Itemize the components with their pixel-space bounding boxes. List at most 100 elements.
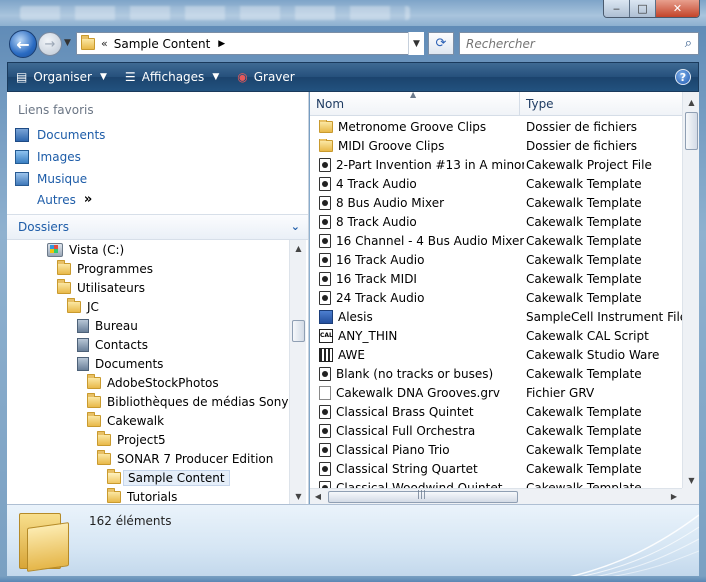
scrollbar-corner	[682, 488, 699, 504]
forward-button[interactable]: →	[38, 32, 62, 56]
samplecell-file-icon	[319, 309, 333, 324]
scroll-up-icon[interactable]: ▲	[290, 240, 307, 256]
file-name-cell: Cakewalk DNA Grooves.grv	[319, 385, 524, 400]
file-row[interactable]: Metronome Groove Clips Dossier de fichier…	[310, 117, 682, 136]
refresh-button[interactable]: ⟳	[428, 32, 454, 55]
scroll-thumb[interactable]	[292, 320, 305, 342]
file-type: Cakewalk Template	[526, 404, 642, 419]
tree-item[interactable]: Bureau	[77, 316, 138, 335]
file-row[interactable]: Classical Full Orchestra Cakewalk Templat…	[310, 421, 682, 440]
file-name: 16 Track MIDI	[336, 271, 417, 286]
tree-item-label: SONAR 7 Producer Edition	[117, 451, 274, 466]
search-icon[interactable]: ⌕	[685, 36, 692, 51]
maximize-button[interactable]: □	[630, 0, 656, 17]
file-row[interactable]: Alesis SampleCell Instrument File	[310, 307, 682, 326]
file-row[interactable]: Classical String Quartet Cakewalk Templat…	[310, 459, 682, 478]
cakewalk-file-icon	[319, 404, 331, 419]
file-name-cell: 24 Track Audio	[319, 290, 524, 305]
file-row[interactable]: 16 Channel - 4 Bus Audio Mixer Cakewalk T…	[310, 231, 682, 250]
tree-item[interactable]: SONAR 7 Producer Edition	[97, 449, 273, 468]
file-type: Dossier de fichiers	[526, 119, 638, 134]
tree-item[interactable]: Documents	[77, 354, 163, 373]
search-input[interactable]	[466, 36, 666, 51]
chevron-down-icon: ⌄	[290, 220, 300, 233]
file-name: 24 Track Audio	[336, 290, 425, 305]
file-row[interactable]: 16 Track Audio Cakewalk Template	[310, 250, 682, 269]
favorite-images[interactable]: Images	[15, 147, 81, 167]
file-row[interactable]: 24 Track Audio Cakewalk Template	[310, 288, 682, 307]
file-type: Cakewalk CAL Script	[526, 328, 649, 343]
scroll-down-icon[interactable]: ▼	[290, 488, 307, 504]
file-list-horizontal-scrollbar[interactable]: ◀ ▶	[310, 488, 682, 504]
double-chevron-icon: »	[83, 192, 93, 207]
favorite-music[interactable]: Musique	[15, 169, 87, 189]
generic-file-icon	[319, 385, 331, 400]
tree-item[interactable]: JC	[67, 297, 99, 316]
arrow-right-icon: →	[44, 36, 56, 52]
scroll-right-icon[interactable]: ▶	[666, 489, 682, 504]
views-button[interactable]: ☰ Affichages ▼	[117, 63, 229, 91]
file-row[interactable]: Classical Brass Quintet Cakewalk Template	[310, 402, 682, 421]
file-list-vertical-scrollbar[interactable]: ▲ ▼	[682, 92, 699, 488]
folder-icon	[319, 138, 333, 152]
organise-button[interactable]: ▤ Organiser ▼	[8, 63, 117, 91]
favorite-links-title: Liens favoris	[18, 103, 94, 117]
minimize-button[interactable]: ‒	[604, 0, 630, 17]
column-header-type[interactable]: Type	[520, 92, 682, 116]
tree-item[interactable]: Utilisateurs	[57, 278, 145, 297]
tree-item[interactable]: Vista (C:)	[47, 240, 124, 259]
file-row[interactable]: Blank (no tracks or buses) Cakewalk Templ…	[310, 364, 682, 383]
help-button[interactable]: ?	[675, 69, 691, 85]
drive-icon	[47, 242, 63, 257]
search-box: ⌕	[459, 32, 699, 55]
file-row[interactable]: MIDI Groove Clips Dossier de fichiers	[310, 136, 682, 155]
close-button[interactable]: ✕	[656, 0, 699, 17]
file-row[interactable]: 8 Track Audio Cakewalk Template	[310, 212, 682, 231]
folders-header[interactable]: Dossiers ⌄	[7, 214, 308, 240]
scroll-thumb[interactable]	[685, 112, 698, 150]
scroll-thumb[interactable]	[328, 490, 518, 503]
burn-button[interactable]: ◉ Graver	[229, 63, 305, 91]
tree-item[interactable]: Cakewalk	[87, 411, 164, 430]
file-row[interactable]: 8 Bus Audio Mixer Cakewalk Template	[310, 193, 682, 212]
file-row[interactable]: Cakewalk DNA Grooves.grv Fichier GRV	[310, 383, 682, 402]
favorite-documents[interactable]: Documents	[15, 125, 105, 145]
file-row[interactable]: Classical Woodwind Quintet Cakewalk Templ…	[310, 478, 682, 488]
favorite-more-button[interactable]: Autres »	[37, 192, 92, 207]
recent-pages-dropdown[interactable]: ▼	[64, 38, 71, 48]
folder-icon	[97, 449, 111, 465]
tree-item[interactable]: Bibliothèques de médias Sony	[87, 392, 288, 411]
tree-vertical-scrollbar[interactable]: ▲ ▼	[289, 240, 306, 504]
burn-label: Graver	[253, 70, 295, 84]
scroll-left-icon[interactable]: ◀	[310, 489, 326, 504]
file-row[interactable]: AWE Cakewalk Studio Ware	[310, 345, 682, 364]
tree-item[interactable]: AdobeStockPhotos	[87, 373, 219, 392]
tree-item-label: Contacts	[95, 337, 148, 352]
file-row[interactable]: CAL ANY_THIN Cakewalk CAL Script	[310, 326, 682, 345]
scroll-down-icon[interactable]: ▼	[683, 472, 700, 488]
scroll-up-icon[interactable]: ▲	[683, 94, 700, 110]
tree-item[interactable]: Contacts	[77, 335, 148, 354]
breadcrumb-sample-content[interactable]: Sample Content	[114, 37, 211, 51]
address-bar[interactable]: « Sample Content ▶	[76, 32, 424, 55]
cakewalk-file-icon	[319, 233, 331, 248]
address-dropdown[interactable]: ▼	[408, 32, 424, 55]
file-name: ANY_THIN	[338, 328, 398, 343]
tree-item-label: AdobeStockPhotos	[107, 375, 219, 390]
tree-item[interactable]: Sample Content	[107, 468, 230, 487]
tree-item[interactable]: Project5	[97, 430, 166, 449]
tree-item[interactable]: Programmes	[57, 259, 153, 278]
file-row[interactable]: Classical Piano Trio Cakewalk Template	[310, 440, 682, 459]
decorative-swoosh	[569, 514, 699, 576]
column-header-name[interactable]: Nom	[310, 92, 520, 116]
file-row[interactable]: 16 Track MIDI Cakewalk Template	[310, 269, 682, 288]
documents-icon	[15, 128, 29, 142]
file-row[interactable]: 4 Track Audio Cakewalk Template	[310, 174, 682, 193]
breadcrumb-overflow[interactable]: «	[101, 37, 108, 50]
file-name-cell: Metronome Groove Clips	[319, 119, 524, 134]
tree-item[interactable]: Tutorials	[107, 487, 177, 504]
back-button[interactable]: ←	[9, 30, 37, 58]
file-row[interactable]: 2-Part Invention #13 in A minor Cakewalk …	[310, 155, 682, 174]
organise-icon: ▤	[16, 70, 28, 84]
breadcrumb-chevron-icon[interactable]: ▶	[218, 39, 225, 49]
